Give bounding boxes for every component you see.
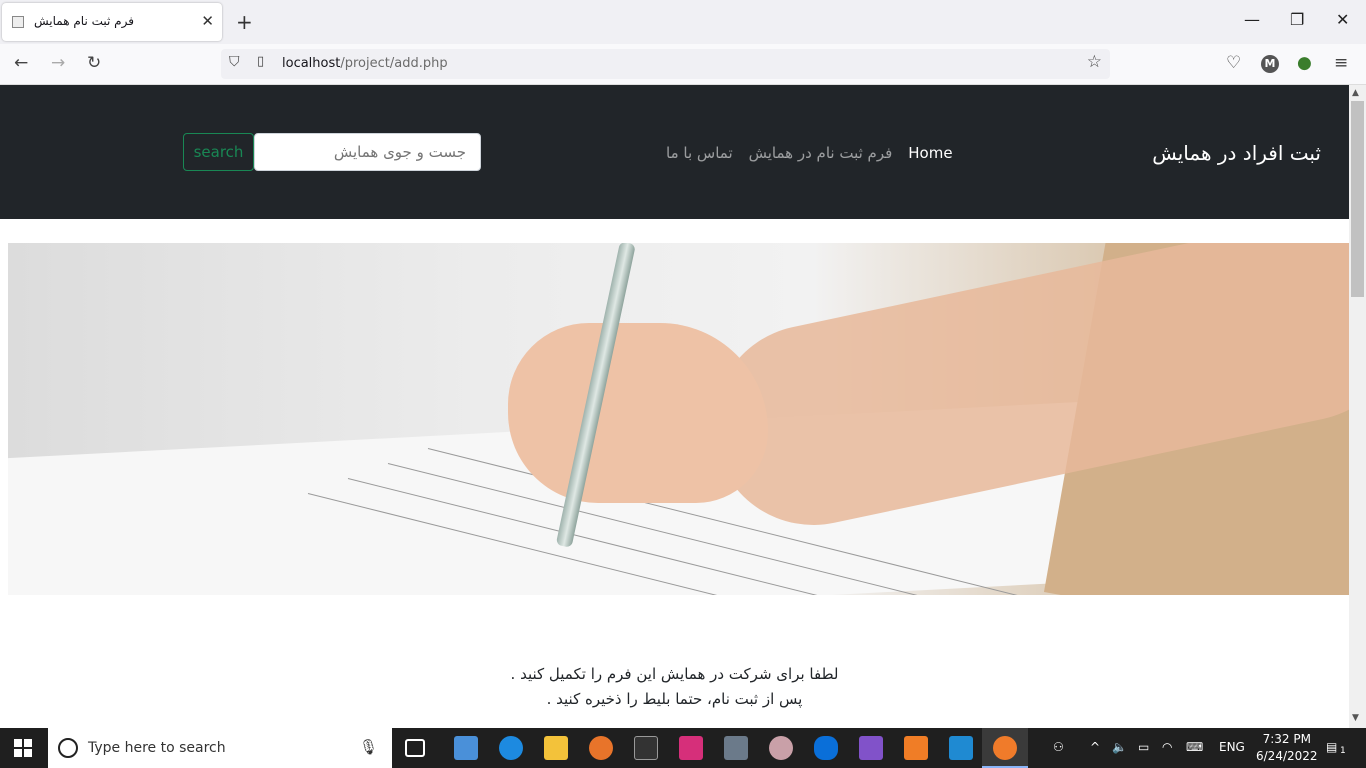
- browser-tab[interactable]: فرم ثبت نام همایش ✕: [2, 3, 222, 41]
- widgets-app-icon[interactable]: [454, 736, 478, 760]
- hero-hand: [508, 323, 768, 503]
- shield-icon[interactable]: ⛉: [229, 54, 240, 70]
- notification-count: 1: [1340, 746, 1346, 756]
- keyboard-icon[interactable]: ⌨: [1186, 740, 1203, 754]
- jupyter-icon[interactable]: [589, 736, 613, 760]
- page-favicon-icon: [12, 16, 24, 28]
- page-info-icon[interactable]: ▯: [257, 54, 264, 69]
- hero-image-writing-hand: [8, 243, 1349, 595]
- bookmark-star-icon[interactable]: ☆: [1087, 52, 1102, 72]
- pocket-icon[interactable]: ♡: [1226, 53, 1241, 73]
- people-icon[interactable]: ⚇: [1053, 740, 1064, 754]
- scroll-down-icon[interactable]: ▼: [1352, 713, 1359, 723]
- tray-chevron-icon[interactable]: ^: [1090, 740, 1100, 754]
- xampp-icon[interactable]: [904, 736, 928, 760]
- site-navbar: ثبت افراد در همایش Home فرم ثبت نام در ه…: [0, 85, 1349, 219]
- close-tab-icon[interactable]: ✕: [201, 12, 214, 30]
- taskbar-clock[interactable]: 7:32 PM 6/24/2022: [1256, 731, 1318, 765]
- new-tab-button[interactable]: +: [236, 10, 253, 34]
- site-brand[interactable]: ثبت افراد در همایش: [1152, 141, 1321, 165]
- clock-time: 7:32 PM: [1262, 732, 1311, 746]
- scroll-up-icon[interactable]: ▲: [1352, 88, 1359, 98]
- menu-item-contact[interactable]: تماس با ما: [666, 144, 733, 162]
- menu-item-registration-form[interactable]: فرم ثبت نام در همایش: [749, 144, 893, 162]
- terminal-icon[interactable]: [634, 736, 658, 760]
- forward-arrow-icon[interactable]: →: [51, 53, 65, 73]
- windows-taskbar: Type here to search 🎙 ⚇ ^ 🔈 ▭ ◠ ⌨ ENG 7:…: [0, 728, 1366, 768]
- windows-start-icon[interactable]: [14, 739, 32, 757]
- page-viewport: ثبت افراد در همایش Home فرم ثبت نام در ه…: [0, 85, 1349, 728]
- taskbar-search-placeholder: Type here to search: [88, 740, 226, 756]
- back-arrow-icon[interactable]: ←: [14, 53, 28, 73]
- visual-studio-icon[interactable]: [859, 736, 883, 760]
- firefox-icon[interactable]: [993, 736, 1017, 760]
- reload-icon[interactable]: ↻: [87, 53, 101, 73]
- scroll-thumb[interactable]: [1351, 101, 1364, 297]
- paint-icon[interactable]: [769, 736, 793, 760]
- restore-button[interactable]: ❐: [1290, 10, 1304, 29]
- language-indicator[interactable]: ENG: [1219, 740, 1245, 754]
- menu-item-home[interactable]: Home: [908, 144, 952, 162]
- clock-date: 6/24/2022: [1256, 749, 1318, 763]
- page-scrollbar[interactable]: ▲ ▼: [1349, 85, 1366, 728]
- taskbar-search[interactable]: Type here to search 🎙: [48, 728, 392, 768]
- intro-line-2: پس از ثبت نام، حتما بلیط را ذخیره کنید .: [546, 690, 803, 708]
- site-menu: Home فرم ثبت نام در همایش تماس با ما: [666, 144, 953, 162]
- edge-icon[interactable]: [499, 736, 523, 760]
- vscode-icon[interactable]: [949, 736, 973, 760]
- file-explorer-icon[interactable]: [544, 736, 568, 760]
- intro-line-1: لطفا برای شرکت در همایش این فرم را تکمیل…: [510, 665, 839, 683]
- close-window-button[interactable]: ✕: [1336, 10, 1349, 29]
- taskbar-active-firefox[interactable]: [982, 728, 1028, 768]
- minimize-button[interactable]: —: [1244, 10, 1260, 29]
- cortana-icon: [58, 738, 78, 758]
- bluetooth-icon[interactable]: [814, 736, 838, 760]
- search-input[interactable]: [254, 133, 481, 171]
- browser-tab-bar: فرم ثبت نام همایش ✕ + — ❐ ✕: [0, 0, 1366, 44]
- calculator-icon[interactable]: [724, 736, 748, 760]
- extension-m-icon[interactable]: M: [1261, 55, 1279, 73]
- battery-icon[interactable]: ▭: [1138, 740, 1149, 754]
- notification-icon[interactable]: ▤: [1326, 740, 1337, 754]
- task-view-icon[interactable]: [405, 739, 425, 757]
- extension-globe-icon[interactable]: ●: [1297, 53, 1312, 73]
- address-bar[interactable]: ⛉ ▯ localhost/project/add.php ☆: [221, 49, 1110, 79]
- microphone-icon[interactable]: 🎙: [359, 738, 378, 756]
- url-text[interactable]: localhost/project/add.php: [282, 56, 448, 71]
- search-button[interactable]: search: [183, 133, 254, 171]
- tab-title: فرم ثبت نام همایش: [34, 14, 134, 28]
- intro-text: لطفا برای شرکت در همایش این فرم را تکمیل…: [0, 662, 1349, 712]
- menu-hamburger-icon[interactable]: ≡: [1334, 53, 1348, 73]
- volume-icon[interactable]: 🔈: [1112, 740, 1127, 754]
- wifi-icon[interactable]: ◠: [1162, 740, 1172, 754]
- browser-toolbar: ← → ↻ ⛉ ▯ localhost/project/add.php ☆ ♡ …: [0, 44, 1366, 85]
- intellij-icon[interactable]: [679, 736, 703, 760]
